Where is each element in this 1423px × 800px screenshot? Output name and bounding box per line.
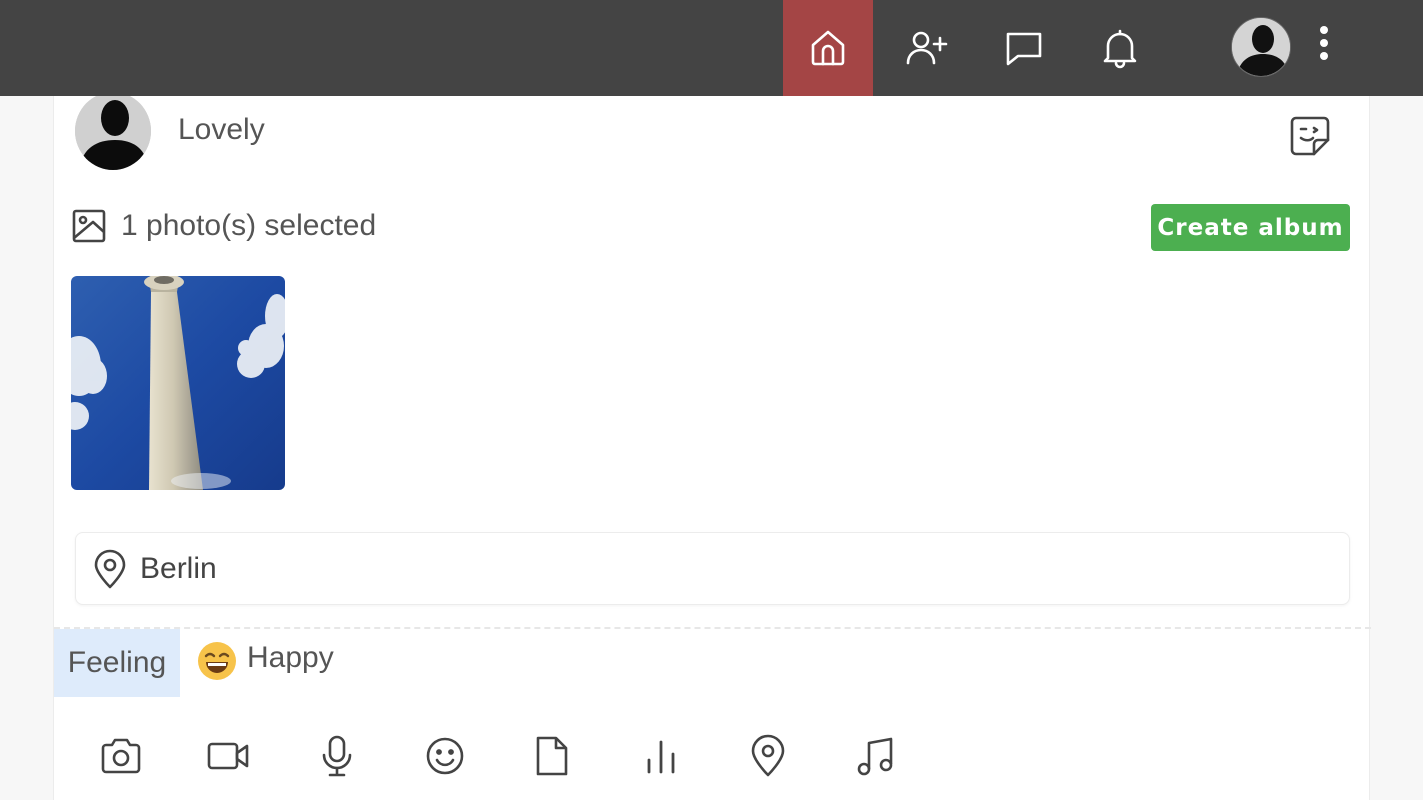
nav-messages-button[interactable] [979,0,1069,96]
post-composer-card: Lovely 1 photo(s) selected Create album [53,92,1371,800]
location-pin-icon [751,734,785,777]
grinning-face-emoji-icon [198,642,236,680]
photo-tv-tower [71,276,285,490]
add-friend-icon [906,31,948,65]
sticker-button[interactable] [1288,114,1332,158]
poll-icon [647,740,675,774]
video-icon [207,742,249,770]
image-icon [72,209,106,243]
add-photo-button[interactable] [91,726,151,786]
top-navigation-bar [0,0,1423,96]
user-silhouette-icon [1232,18,1290,76]
add-video-button[interactable] [198,726,258,786]
feeling-label[interactable]: Feeling [54,629,180,697]
create-poll-button[interactable] [631,726,691,786]
location-field[interactable]: Berlin [75,532,1350,605]
add-feeling-button[interactable] [415,726,475,786]
nav-home-button[interactable] [783,0,873,96]
microphone-icon [322,735,352,777]
nav-add-friend-button[interactable] [881,0,971,96]
add-location-button[interactable] [738,726,798,786]
bell-icon [1103,29,1137,69]
chat-icon [1006,32,1042,66]
location-pin-icon [94,549,126,588]
file-icon [536,736,568,776]
location-value: Berlin [140,551,217,585]
add-music-button[interactable] [846,726,906,786]
photo-selected-count: 1 photo(s) selected [121,209,377,242]
create-album-button[interactable]: Create album [1151,204,1350,251]
user-avatar[interactable] [1231,17,1291,77]
feeling-value: Happy [247,641,334,674]
attach-file-button[interactable] [522,726,582,786]
selected-photo-thumbnail[interactable] [71,276,285,490]
post-text[interactable]: Lovely [178,113,265,147]
camera-icon [101,738,141,774]
kebab-menu-icon [1320,26,1328,60]
composer-toolbar [54,726,954,786]
user-silhouette-icon [75,92,151,170]
home-icon [811,30,845,66]
post-author-avatar [75,92,151,170]
photo-selection-info: 1 photo(s) selected [71,208,376,244]
more-options-button[interactable] [1306,20,1342,66]
record-audio-button[interactable] [307,726,367,786]
nav-notifications-button[interactable] [1075,0,1165,96]
smiley-icon [426,737,464,775]
music-note-icon [857,737,893,776]
section-divider [54,627,1371,629]
sticker-icon [1290,116,1330,156]
